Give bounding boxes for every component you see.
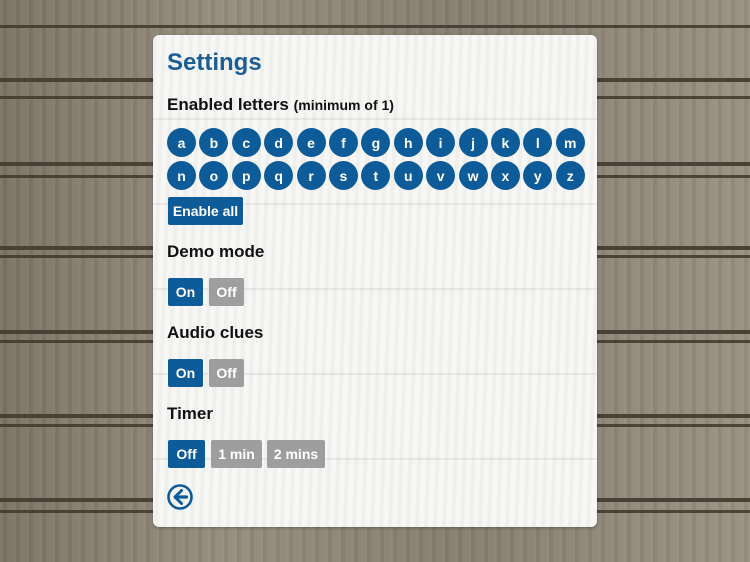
timer-2-mins-button[interactable]: 2 mins xyxy=(267,440,325,468)
settings-panel: Settings Enabled letters (minimum of 1) … xyxy=(153,35,597,527)
letter-toggle-p[interactable]: p xyxy=(231,161,261,190)
letter-toggle-b[interactable]: b xyxy=(199,128,229,157)
demo-mode-heading: Demo mode xyxy=(167,242,265,261)
letter-toggle-w[interactable]: w xyxy=(458,161,488,190)
letters-row-1: abcdefghijklm xyxy=(167,128,588,157)
letter-toggle-c[interactable]: c xyxy=(231,128,261,157)
timer-off-button[interactable]: Off xyxy=(168,440,205,468)
letter-toggle-a[interactable]: a xyxy=(167,128,196,157)
letter-toggle-i[interactable]: i xyxy=(426,128,456,157)
letter-toggle-j[interactable]: j xyxy=(458,128,488,157)
letters-row-2: nopqrstuvwxyz xyxy=(167,161,588,190)
letter-toggle-k[interactable]: k xyxy=(490,128,520,157)
letter-toggle-s[interactable]: s xyxy=(328,161,358,190)
letter-toggle-l[interactable]: l xyxy=(523,128,553,157)
letter-toggle-n[interactable]: n xyxy=(167,161,196,190)
letter-toggle-e[interactable]: e xyxy=(296,128,326,157)
timer-1-min-button[interactable]: 1 min xyxy=(211,440,262,468)
demo-mode-off-button[interactable]: Off xyxy=(209,278,244,306)
letter-toggle-r[interactable]: r xyxy=(296,161,326,190)
letter-toggle-v[interactable]: v xyxy=(426,161,456,190)
audio-clues-on-button[interactable]: On xyxy=(168,359,203,387)
enabled-letters-heading: Enabled letters (minimum of 1) xyxy=(167,95,394,115)
letter-toggle-o[interactable]: o xyxy=(199,161,229,190)
letter-toggle-t[interactable]: t xyxy=(361,161,391,190)
letter-toggle-z[interactable]: z xyxy=(555,161,585,190)
wood-seam xyxy=(0,25,750,28)
letter-toggle-q[interactable]: q xyxy=(264,161,294,190)
page-title: Settings xyxy=(167,49,262,76)
letter-toggle-g[interactable]: g xyxy=(361,128,391,157)
demo-mode-on-button[interactable]: On xyxy=(168,278,203,306)
letter-toggle-d[interactable]: d xyxy=(264,128,294,157)
minimum-note: (minimum of 1) xyxy=(293,97,394,113)
letter-toggle-y[interactable]: y xyxy=(523,161,553,190)
letter-toggle-x[interactable]: x xyxy=(490,161,520,190)
letter-toggle-f[interactable]: f xyxy=(328,128,358,157)
audio-clues-heading: Audio clues xyxy=(167,323,264,342)
timer-heading: Timer xyxy=(167,404,213,423)
audio-clues-off-button[interactable]: Off xyxy=(209,359,244,387)
enabled-letters-label: Enabled letters xyxy=(167,95,289,114)
arrow-left-circle-icon[interactable] xyxy=(167,484,193,510)
letter-toggle-m[interactable]: m xyxy=(555,128,585,157)
letter-toggle-u[interactable]: u xyxy=(393,161,423,190)
enable-all-button[interactable]: Enable all xyxy=(168,197,243,225)
letter-toggle-h[interactable]: h xyxy=(393,128,423,157)
